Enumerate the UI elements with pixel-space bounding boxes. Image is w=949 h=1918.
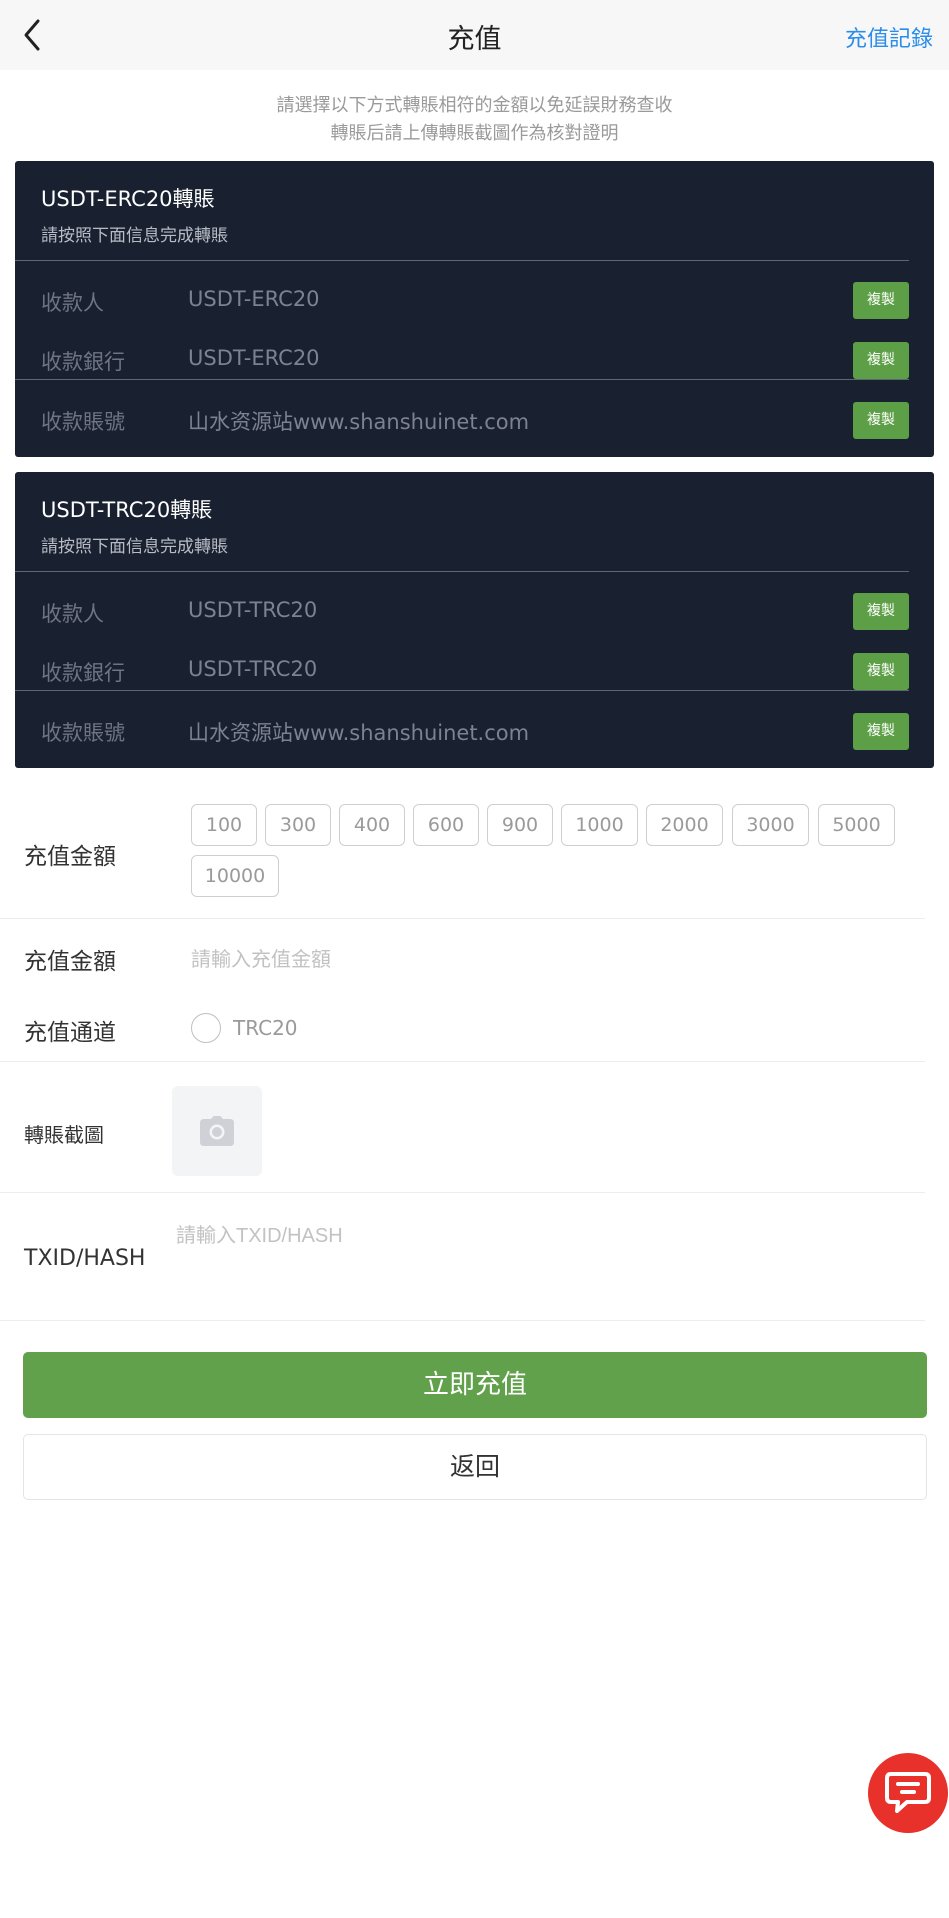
divider: [15, 379, 909, 380]
copy-account-button[interactable]: 複製: [853, 713, 909, 750]
erc20-transfer-card: USDT-ERC20轉賬 請按照下面信息完成轉賬 收款人 USDT-ERC20 …: [15, 161, 934, 457]
notice-line-2: 轉賬后請上傳轉賬截圖作為核對證明: [330, 123, 619, 144]
amount-chip-10000[interactable]: 10000: [191, 855, 279, 897]
chat-icon: [885, 1772, 931, 1813]
notice-line-1: 請選擇以下方式轉賬相符的金額以免延誤財務查收: [276, 95, 673, 116]
copy-account-button[interactable]: 複製: [853, 402, 909, 439]
trc20-radio-label[interactable]: TRC20: [233, 1016, 298, 1040]
page-title: 充值: [447, 24, 502, 55]
amount-input-label: 充值金額: [24, 949, 116, 975]
amount-chip-5000[interactable]: 5000: [818, 804, 895, 846]
divider: [15, 260, 909, 261]
trc20-transfer-card: USDT-TRC20轉賬 請按照下面信息完成轉賬 收款人 USDT-TRC20 …: [15, 472, 934, 768]
amount-input[interactable]: [191, 942, 891, 978]
camera-icon: [200, 1116, 234, 1146]
card-title: USDT-ERC20轉賬: [41, 187, 215, 211]
copy-bank-button[interactable]: 複製: [853, 342, 909, 379]
recharge-records-link[interactable]: 充值記錄: [845, 21, 933, 53]
submit-recharge-button[interactable]: 立即充值: [23, 1352, 927, 1418]
amount-chip-900[interactable]: 900: [487, 804, 553, 846]
screenshot-upload-button[interactable]: [172, 1086, 262, 1176]
channel-label: 充值通道: [24, 1020, 116, 1046]
payee-value: USDT-TRC20: [188, 598, 318, 622]
txid-label: TXID/HASH: [24, 1246, 146, 1271]
account-value: 山水资源站www.shanshuinet.com: [188, 410, 530, 434]
chat-support-button[interactable]: [868, 1753, 948, 1833]
account-label: 收款賬號: [41, 410, 125, 434]
payee-value: USDT-ERC20: [188, 287, 320, 311]
copy-payee-button[interactable]: 複製: [853, 593, 909, 630]
amount-chip-300[interactable]: 300: [265, 804, 331, 846]
amount-chip-2000[interactable]: 2000: [646, 804, 723, 846]
amount-presets-label: 充值金額: [24, 844, 116, 870]
divider: [0, 918, 925, 919]
card-subtitle: 請按照下面信息完成轉賬: [41, 226, 228, 246]
amount-chip-600[interactable]: 600: [413, 804, 479, 846]
top-nav-bar: 充值 充值記錄: [0, 0, 949, 70]
bank-value: USDT-TRC20: [188, 657, 318, 681]
copy-bank-button[interactable]: 複製: [853, 653, 909, 690]
account-label: 收款賬號: [41, 721, 125, 745]
card-title: USDT-TRC20轉賬: [41, 498, 213, 522]
return-button[interactable]: 返回: [23, 1434, 927, 1500]
account-value: 山水资源站www.shanshuinet.com: [188, 721, 530, 745]
copy-payee-button[interactable]: 複製: [853, 282, 909, 319]
divider: [15, 571, 909, 572]
bank-value: USDT-ERC20: [188, 346, 320, 370]
amount-chip-1000[interactable]: 1000: [561, 804, 638, 846]
amount-chip-3000[interactable]: 3000: [732, 804, 809, 846]
divider: [0, 1061, 925, 1062]
divider: [0, 1320, 925, 1321]
card-subtitle: 請按照下面信息完成轉賬: [41, 537, 228, 557]
txid-input[interactable]: [176, 1218, 896, 1254]
divider: [0, 1192, 925, 1193]
trc20-radio[interactable]: [191, 1013, 221, 1043]
amount-chip-400[interactable]: 400: [339, 804, 405, 846]
transfer-notice: 請選擇以下方式轉賬相符的金額以免延誤財務查收 轉賬后請上傳轉賬截圖作為核對證明: [0, 92, 949, 148]
payee-label: 收款人: [41, 291, 104, 315]
screenshot-label: 轉賬截圖: [24, 1123, 104, 1147]
bank-label: 收款銀行: [41, 350, 125, 374]
payee-label: 收款人: [41, 602, 104, 626]
divider: [15, 690, 909, 691]
amount-chip-100[interactable]: 100: [191, 804, 257, 846]
bank-label: 收款銀行: [41, 661, 125, 685]
